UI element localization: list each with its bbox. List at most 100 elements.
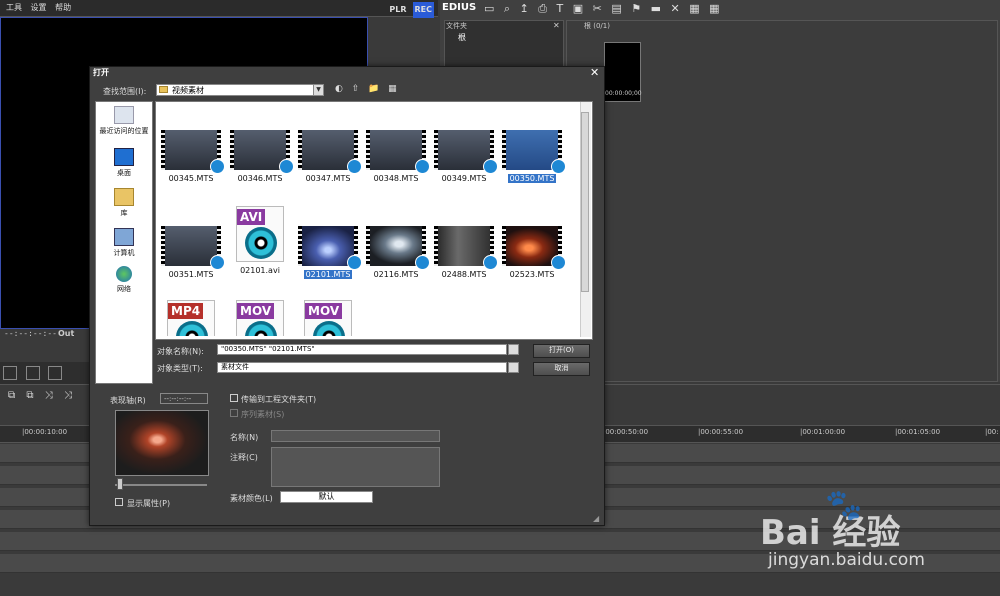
computer-icon: [114, 228, 134, 246]
scrollbar-thumb[interactable]: [581, 112, 589, 292]
out-point-label: Out: [58, 329, 75, 338]
file-item[interactable]: 02116.MTS: [365, 226, 430, 279]
resize-grip-icon[interactable]: ◢: [593, 514, 599, 523]
chevron-down-icon[interactable]: [508, 362, 519, 373]
avi-file-icon: AVI: [236, 206, 284, 262]
ruler-tick: |00:00:55:00: [698, 428, 744, 436]
preview-image: [115, 410, 209, 476]
video-thumbnail: [366, 130, 430, 174]
clip-panel-header: 根 (0/1): [584, 22, 610, 30]
video-thumbnail: [298, 130, 362, 174]
video-thumbnail: [298, 226, 362, 270]
file-item-selected[interactable]: 02101.MTS: [297, 226, 362, 279]
open-button[interactable]: 打开(O): [533, 344, 590, 358]
clip-timecode: 00:00:00;00: [605, 90, 642, 97]
dialog-close-icon[interactable]: ✕: [590, 66, 599, 79]
video-thumbnail: [502, 226, 566, 270]
comment-input[interactable]: [271, 447, 440, 487]
mov-file-icon: MOV: [236, 300, 284, 336]
mov-file-icon: MOV: [304, 300, 352, 336]
comment-label: 注释(C): [230, 453, 258, 462]
preview-slider-handle[interactable]: [117, 478, 123, 490]
rewind-button[interactable]: [25, 366, 40, 380]
library-icon: [114, 188, 134, 206]
file-item[interactable]: 00351.MTS: [160, 226, 225, 279]
folder-panel-header: 文件夹: [446, 22, 467, 30]
cancel-button[interactable]: 取消: [533, 362, 590, 376]
ruler-tick: |00:: [985, 428, 999, 436]
file-item[interactable]: MOV: [229, 300, 291, 336]
place-network[interactable]: 网络: [96, 266, 152, 294]
file-item[interactable]: 00349.MTS: [433, 130, 498, 183]
edius-badge-icon: [347, 255, 362, 270]
transport-controls: [0, 362, 90, 384]
mp4-file-icon: MP4: [167, 300, 215, 336]
file-name: 00350.MTS: [507, 174, 557, 183]
stop-button[interactable]: [3, 366, 17, 380]
place-computer[interactable]: 计算机: [96, 228, 152, 258]
clip-name-input[interactable]: [271, 430, 440, 442]
sequence-label: 序列素材(S): [241, 410, 285, 419]
chevron-down-icon[interactable]: ▼: [313, 84, 324, 96]
file-name: 00349.MTS: [441, 174, 487, 183]
file-item[interactable]: 02488.MTS: [433, 226, 498, 279]
ruler-tick: |00:01:05:00: [895, 428, 941, 436]
clip-color-select[interactable]: 默认: [280, 491, 373, 503]
timeline-tools[interactable]: ⧉ ⧉ ⤨ ⤨: [8, 390, 76, 401]
plr-rec-indicator[interactable]: PLR REC: [383, 2, 434, 18]
network-icon: [116, 266, 132, 282]
edius-badge-icon: [210, 255, 225, 270]
preview-slider[interactable]: [115, 484, 207, 486]
edius-badge-icon: [483, 159, 498, 174]
chevron-down-icon[interactable]: [508, 344, 519, 355]
recent-places-icon: [114, 106, 134, 124]
sequence-checkbox[interactable]: [230, 409, 238, 417]
object-name-label: 对象名称(N):: [157, 347, 204, 356]
file-name: 00346.MTS: [237, 174, 283, 183]
object-type-select[interactable]: 素材文件: [217, 362, 507, 373]
video-thumbnail: [434, 226, 498, 270]
file-item[interactable]: MP4: [160, 300, 222, 336]
file-item[interactable]: AVI 02101.avi: [229, 206, 291, 275]
video-thumbnail: [502, 130, 566, 174]
menu-tools[interactable]: 工具: [6, 0, 22, 16]
object-type-label: 对象类型(T):: [157, 364, 203, 373]
file-name: 02101.MTS: [303, 270, 353, 279]
transfer-checkbox[interactable]: [230, 394, 238, 402]
file-item-selected[interactable]: 00350.MTS: [501, 130, 566, 183]
file-item[interactable]: MOV: [297, 300, 359, 336]
object-name-input[interactable]: "00350.MTS" "02101.MTS": [217, 344, 507, 355]
bin-toolbar[interactable]: ▭ ⌕ ↥ ⎙ T ▣ ✂ ▤ ⚑ ▬ ✕ ▦ ▦: [484, 2, 723, 16]
place-library[interactable]: 库: [96, 188, 152, 218]
menu-settings[interactable]: 设置: [31, 0, 47, 16]
step-back-button[interactable]: [48, 366, 63, 380]
menu-help[interactable]: 帮助: [55, 0, 71, 16]
video-thumbnail: [161, 130, 225, 174]
file-item[interactable]: 00346.MTS: [229, 130, 294, 183]
video-thumbnail: [230, 130, 294, 174]
nav-toolbar-icons[interactable]: ◐ ⇧ 📁 ▦: [335, 84, 400, 94]
file-item[interactable]: 00348.MTS: [365, 130, 430, 183]
ruler-tick: |00:00:50:00: [603, 428, 649, 436]
close-icon[interactable]: ✕: [553, 21, 560, 30]
edius-badge-icon: [415, 159, 430, 174]
edius-badge-icon: [483, 255, 498, 270]
file-item[interactable]: 00347.MTS: [297, 130, 362, 183]
folder-root-item[interactable]: 根: [458, 32, 466, 43]
preview-label: 表现轴(R): [110, 396, 146, 405]
dialog-title: 打开: [93, 68, 109, 77]
file-name: 00347.MTS: [305, 174, 351, 183]
ruler-tick: |00:00:10:00: [22, 428, 68, 436]
place-recent[interactable]: 最近访问的位置: [96, 106, 152, 136]
show-props-checkbox[interactable]: [115, 498, 123, 506]
look-in-label: 查找范围(I):: [103, 87, 147, 96]
edius-badge-icon: [551, 255, 566, 270]
preview-timecode: --:--:--:--: [160, 393, 208, 404]
menu-bar: 工具 设置 帮助 PLR REC: [0, 0, 438, 18]
place-desktop[interactable]: 桌面: [96, 148, 152, 178]
file-item[interactable]: 00345.MTS: [160, 130, 225, 183]
transfer-label: 传输到工程文件夹(T): [241, 395, 317, 404]
desktop-icon: [114, 148, 134, 166]
places-bar: 最近访问的位置 桌面 库 计算机 网络: [95, 101, 153, 384]
file-item[interactable]: 02523.MTS: [501, 226, 566, 279]
